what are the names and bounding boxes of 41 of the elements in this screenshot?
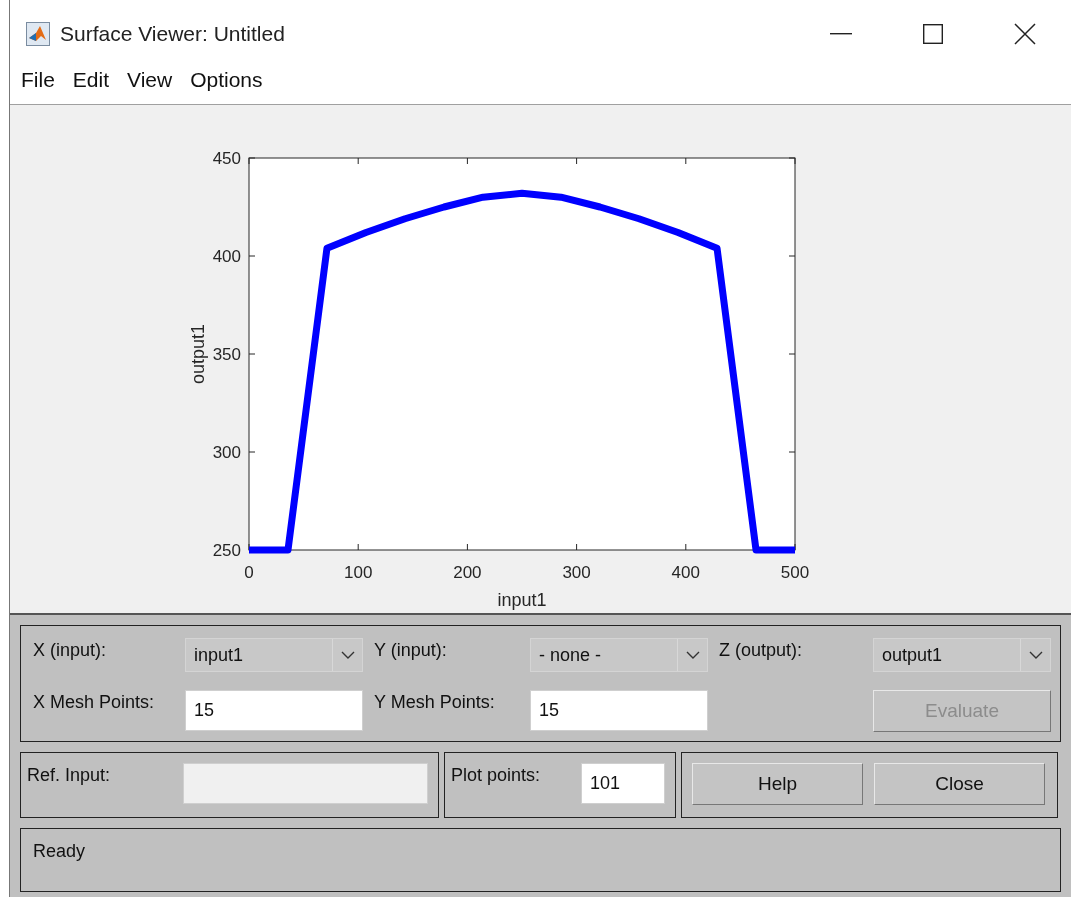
y-tick-label: 450 (212, 149, 241, 168)
field-label: X Mesh Points: (33, 691, 156, 714)
menu-item[interactable]: View (118, 68, 182, 92)
field-label: Y Mesh Points: (373, 691, 496, 714)
x-tick-label: 200 (453, 563, 482, 582)
dialog-button[interactable]: Close (874, 763, 1045, 805)
field-label: X (input): (33, 639, 108, 662)
menu-item[interactable]: Options (181, 68, 272, 92)
y-tick-label: 350 (212, 345, 241, 364)
y-tick-label: 400 (212, 247, 241, 266)
x-tick-label: 400 (671, 563, 700, 582)
caret-icon (685, 651, 700, 659)
input-field[interactable]: 15 (530, 690, 708, 731)
field-label: Y (input): (373, 639, 448, 662)
field-label: Z (output): (718, 639, 804, 662)
input-field[interactable]: 15 (185, 690, 363, 731)
x-tick-label: 0 (244, 563, 254, 582)
close-icon (1014, 23, 1036, 45)
menu-item[interactable]: File (12, 68, 64, 92)
dropdown[interactable]: output1 (873, 638, 1051, 672)
x-tick-label: 100 (344, 563, 373, 582)
menu-item[interactable]: Edit (63, 68, 119, 92)
maximize-icon (923, 24, 943, 44)
y-tick-label: 250 (212, 541, 241, 560)
y-axis-label: output1 (188, 323, 208, 385)
caret-icon (1028, 651, 1043, 659)
field-label: Plot points: (451, 764, 542, 786)
status-text: Ready (33, 841, 86, 861)
dropdown[interactable]: - none - (530, 638, 708, 672)
dropdown[interactable]: input1 (185, 638, 363, 672)
field-label: Ref. Input: (27, 764, 112, 786)
x-axis-label: input1 (497, 590, 547, 610)
minimize-icon (830, 33, 852, 35)
dialog-button[interactable]: Help (692, 763, 863, 805)
caret-icon (340, 651, 355, 659)
x-tick-label: 300 (562, 563, 591, 582)
app-icon (26, 22, 50, 46)
y-tick-label: 300 (212, 443, 241, 462)
input-field[interactable]: 101 (581, 763, 665, 804)
window-title: Surface Viewer: Untitled (60, 22, 286, 46)
x-tick-label: 500 (780, 563, 810, 582)
